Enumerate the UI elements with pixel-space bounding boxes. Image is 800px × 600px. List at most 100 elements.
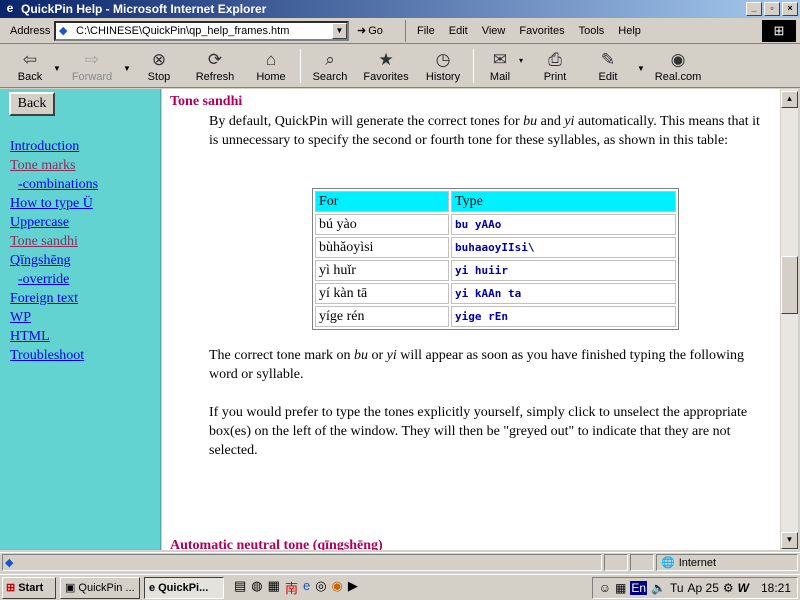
go-label: Go [368,24,383,37]
menu-view[interactable]: View [475,25,513,37]
quick-launch-media-icon[interactable]: ▶ [348,578,358,597]
mail-icon: ✉ [492,50,508,69]
forward-dropdown-icon[interactable]: ▼ [120,64,134,73]
refresh-button[interactable]: ⟳ Refresh [184,45,246,87]
quick-launch-chinese-icon[interactable]: 南 [285,578,298,597]
toolbar-separator [473,49,474,83]
back-dropdown-icon[interactable]: ▼ [50,64,64,73]
window-title-bar: e QuickPin Help - Microsoft Internet Exp… [0,0,800,18]
nav-link-tone-marks[interactable]: Tone marks [10,156,98,175]
menu-bar: File Edit View Favorites Tools Help [405,19,648,42]
quick-launch-app-icon[interactable]: ▦ [268,578,280,597]
nav-link-uppercase[interactable]: Uppercase [10,213,98,232]
quick-launch-ie-icon[interactable]: e [303,578,310,597]
quick-launch-globe-icon[interactable]: ◍ [251,578,262,597]
table-cell-type: yi huiir [451,260,676,281]
minimize-button[interactable]: _ [746,2,762,16]
mail-dropdown-icon[interactable]: ▾ [514,56,528,65]
forward-toolbar-button[interactable]: ⇨ Forward [64,45,120,87]
taskbar-button-quickpin-1[interactable]: ▣ QuickPin ... [60,576,140,599]
printer-icon: ⎙ [548,50,562,69]
quick-launch-desktop-icon[interactable]: ▤ [234,578,246,597]
refresh-icon: ⟳ [207,50,223,69]
nav-link-combinations[interactable]: -combinations [10,175,98,194]
status-page-icon: ◆ [5,557,14,569]
internet-zone-icon: 🌐 [661,557,675,569]
nav-link-introduction[interactable]: Introduction [10,137,98,156]
search-button[interactable]: ⌕ Search [305,45,355,87]
scroll-thumb[interactable] [781,256,798,314]
menu-tools[interactable]: Tools [572,25,612,37]
quick-launch-firefox-icon[interactable]: ◉ [332,578,343,597]
text-run: or [368,348,387,363]
mail-button[interactable]: ✉ Mail [478,45,522,87]
tray-smiley-icon[interactable]: ☺ [599,581,611,595]
start-button[interactable]: ⊞ Start [2,576,56,599]
stop-button[interactable]: ⊗ Stop [134,45,184,87]
quick-launch: ▤ ◍ ▦ 南 e ◎ ◉ ▶ [234,578,358,597]
favorites-button[interactable]: ★ Favorites [355,45,417,87]
address-input[interactable]: ◆ C:\CHINESE\QuickPin\qp_help_frames.htm… [54,20,349,41]
print-button[interactable]: ⎙ Print [528,45,582,87]
table-cell-for: yí kàn tā [315,283,449,304]
taskbar: ⊞ Start ▣ QuickPin ... e QuickPi... ▤ ◍ … [0,574,800,600]
maximize-button[interactable]: ▫ [764,2,780,16]
home-button[interactable]: ⌂ Home [246,45,296,87]
address-dropdown-icon[interactable]: ▼ [332,22,347,39]
nav-link-override[interactable]: -override [10,270,98,289]
back-toolbar-button[interactable]: ⇦ Back [10,45,50,87]
edit-dropdown-icon[interactable]: ▼ [634,64,648,73]
table-row: yì huǐr yi huiir [315,260,676,281]
text-run: yi [564,114,575,129]
tray-word-icon[interactable]: W [738,581,749,595]
text-run: yi [386,348,397,363]
content-frame: Tone sandhi By default, QuickPin will ge… [162,89,780,550]
close-button[interactable]: × [782,2,798,16]
go-button[interactable]: ➜ Go [357,24,397,38]
tray-ime-label[interactable]: En [630,581,647,595]
section-heading-neutral-tone: Automatic neutral tone (qīngshēng) [170,538,383,550]
scroll-down-icon[interactable]: ▼ [781,532,798,549]
table-cell-for: bú yào [315,214,449,235]
menu-file[interactable]: File [410,25,442,37]
text-run: bu [523,114,538,129]
status-zone-cell: 🌐 Internet [656,554,798,571]
system-tray: ☺ ▦ En 🔈 Tu Ap 25 ⚙ W 18:21 [591,577,798,599]
ie-app-icon: e [149,581,156,594]
tray-date: Ap 25 [687,581,719,595]
nav-link-wp[interactable]: WP [10,308,98,327]
address-value[interactable]: C:\CHINESE\QuickPin\qp_help_frames.htm [76,25,332,37]
status-cell [604,554,628,571]
table-cell-for: yíge rén [315,306,449,327]
table-cell-for: yì huǐr [315,260,449,281]
taskbar-button-quickpin-2[interactable]: e QuickPi... [144,576,224,599]
nav-link-qingsheng[interactable]: Qīngshēng [10,251,98,270]
internet-explorer-icon: e [6,1,14,15]
address-bar: Address ◆ C:\CHINESE\QuickPin\qp_help_fr… [0,18,800,44]
tray-app-icon[interactable]: ▦ [615,581,626,595]
tray-volume-icon[interactable]: 🔈 [651,581,666,595]
nav-link-html[interactable]: HTML [10,327,98,346]
table-row: bùhǎoyìsi buhaaoyIIsi\ [315,237,676,258]
tone-sandhi-table: For Type bú yào bu yAAo bùhǎoyìsi buhaao… [312,188,679,330]
quick-launch-browser-icon[interactable]: ◎ [315,578,326,597]
menu-edit[interactable]: Edit [442,25,475,37]
real-com-button[interactable]: ◉ Real.com [648,45,708,87]
search-icon: ⌕ [325,50,335,69]
nav-link-troubleshoot[interactable]: Troubleshoot [10,346,98,365]
scroll-up-icon[interactable]: ▲ [781,91,798,108]
menu-favorites[interactable]: Favorites [512,25,571,37]
table-cell-type: buhaaoyIIsi\ [451,237,676,258]
history-button[interactable]: ◷ History [417,45,469,87]
app-icon: ▣ [65,582,76,594]
nav-link-foreign-text[interactable]: Foreign text [10,289,98,308]
nav-link-tone-sandhi[interactable]: Tone sandhi [10,232,98,251]
tray-network-icon[interactable]: ⚙ [723,581,734,595]
tray-ime-label-2[interactable]: Tu [670,581,684,595]
sidebar-back-button[interactable]: Back [9,92,55,116]
content-scrollbar[interactable]: ▲ ▼ [780,89,798,550]
sidebar-frame: Back Introduction Tone marks -combinatio… [0,89,161,550]
edit-button[interactable]: ✎ Edit [582,45,634,87]
menu-help[interactable]: Help [611,25,648,37]
nav-link-how-to-type-u[interactable]: How to type Ü [10,194,98,213]
